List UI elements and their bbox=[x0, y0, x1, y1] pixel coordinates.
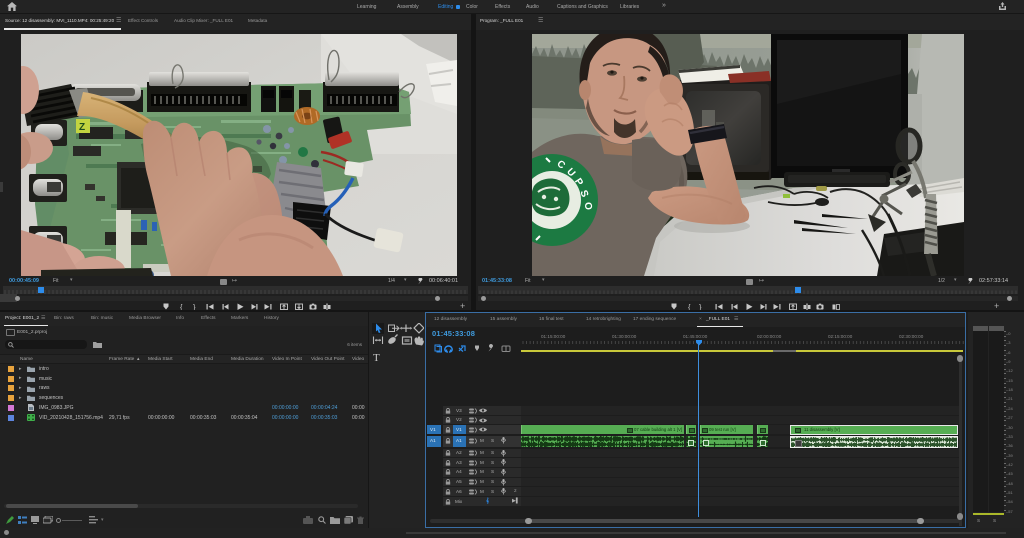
svg-text:Z: Z bbox=[79, 122, 85, 133]
svg-text:T: T bbox=[373, 352, 380, 364]
